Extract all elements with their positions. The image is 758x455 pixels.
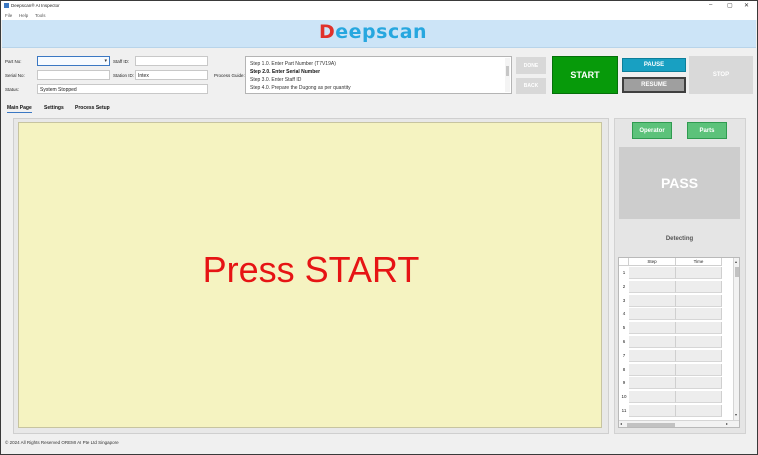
menu-file[interactable]: File bbox=[5, 13, 12, 18]
grid-cell-step[interactable] bbox=[629, 280, 676, 293]
serial-no-input[interactable] bbox=[37, 70, 110, 80]
minimize-icon[interactable]: – bbox=[709, 2, 712, 8]
part-no-dropdown[interactable]: ▾ bbox=[37, 56, 110, 66]
grid-row-number: 5 bbox=[622, 325, 626, 331]
grid-cell-time[interactable] bbox=[676, 336, 722, 348]
grid-cell-step[interactable] bbox=[629, 377, 676, 390]
grid-cell-step[interactable] bbox=[629, 363, 676, 376]
operator-button[interactable]: Operator bbox=[632, 122, 672, 139]
scroll-down-icon[interactable]: ▾ bbox=[735, 412, 737, 417]
copyright-footer: © 2024 All Rights Reserved OREMI AI Pte … bbox=[5, 440, 119, 445]
scroll-thumb[interactable] bbox=[735, 267, 739, 277]
grid-corner bbox=[619, 258, 629, 266]
grid-row-number: 9 bbox=[622, 380, 626, 386]
grid-cell-time[interactable] bbox=[676, 349, 722, 362]
grid-cell-time[interactable] bbox=[676, 267, 722, 279]
grid-cell-time[interactable] bbox=[676, 294, 722, 307]
scroll-thumb[interactable] bbox=[506, 66, 509, 76]
done-button[interactable]: DONE bbox=[516, 57, 546, 74]
grid-cell-time[interactable] bbox=[676, 308, 722, 321]
parts-button[interactable]: Parts bbox=[687, 122, 727, 139]
scroll-right-icon[interactable]: ▸ bbox=[726, 421, 728, 426]
grid-cell-step[interactable] bbox=[629, 322, 676, 335]
process-guide-label: Process Guide: bbox=[214, 73, 245, 78]
stop-button[interactable]: STOP bbox=[689, 56, 753, 94]
grid-row-number: 1 bbox=[622, 270, 626, 275]
grid-row-number: 4 bbox=[622, 311, 626, 317]
tab-process-setup[interactable]: Process Setup bbox=[75, 103, 110, 113]
process-guide-list[interactable]: Step 1.0. Enter Part Number (T7V19A) Ste… bbox=[245, 56, 512, 94]
guide-step-current: Step 2.0. Enter Serial Number bbox=[250, 69, 321, 75]
result-indicator: PASS bbox=[619, 147, 740, 219]
staff-id-input[interactable] bbox=[135, 56, 208, 66]
grid-cell-step[interactable] bbox=[629, 308, 676, 321]
grid-cell-step[interactable] bbox=[629, 391, 676, 404]
serial-no-label: Serial No: bbox=[5, 73, 25, 78]
chevron-down-icon[interactable]: ▾ bbox=[104, 58, 107, 64]
press-start-prompt: Press START bbox=[202, 249, 420, 290]
close-icon[interactable]: ✕ bbox=[744, 2, 749, 9]
grid-row-number: 6 bbox=[622, 339, 626, 344]
guide-step: Step 3.0. Enter Staff ID bbox=[250, 77, 302, 83]
grid-row-number: 10 bbox=[621, 394, 627, 400]
camera-view: Press START bbox=[18, 122, 602, 428]
start-button[interactable]: START bbox=[552, 56, 618, 94]
status-label: Status: bbox=[5, 87, 20, 92]
guide-step: Step 4.0. Prepare the Dugong as per quan… bbox=[250, 85, 351, 91]
back-button[interactable]: BACK bbox=[516, 78, 546, 94]
grid-cell-time[interactable] bbox=[676, 377, 722, 390]
grid-row-number: 2 bbox=[622, 283, 626, 289]
tab-settings[interactable]: Settings bbox=[44, 103, 64, 113]
detection-status: Detecting bbox=[665, 236, 694, 242]
grid-row-number: 8 bbox=[622, 366, 626, 372]
tab-main-page[interactable]: Main Page bbox=[7, 103, 32, 113]
grid-cell-step[interactable] bbox=[629, 336, 676, 348]
grid-horizontal-scrollbar[interactable]: ◂ ▸ bbox=[619, 420, 739, 427]
staff-id-label: Staff ID: bbox=[113, 59, 130, 64]
column-header-time[interactable]: Time bbox=[676, 258, 722, 266]
scroll-thumb[interactable] bbox=[627, 423, 675, 427]
pause-button[interactable]: PAUSE bbox=[622, 58, 686, 72]
part-no-label: Part No: bbox=[5, 59, 22, 64]
grid-cell-step[interactable] bbox=[629, 267, 676, 279]
guide-scrollbar[interactable] bbox=[505, 58, 510, 92]
grid-cell-step[interactable] bbox=[629, 405, 676, 417]
grid-row-number: 11 bbox=[621, 408, 627, 413]
grid-row-number: 7 bbox=[622, 352, 626, 358]
maximize-icon[interactable]: ▢ bbox=[727, 2, 733, 9]
grid-vertical-scrollbar[interactable]: ▴ ▾ bbox=[733, 258, 739, 420]
grid-cell-time[interactable] bbox=[676, 363, 722, 376]
window-title: Deepscan® AI Inspector bbox=[11, 3, 60, 8]
column-header-step[interactable]: Step bbox=[629, 258, 676, 266]
app-window: Deepscan® AI Inspector – ▢ ✕ File Help T… bbox=[0, 0, 758, 455]
grid-cell-time[interactable] bbox=[676, 391, 722, 404]
station-id-label: Station ID: bbox=[113, 73, 135, 78]
guide-step: Step 1.0. Enter Part Number (T7V19A) bbox=[250, 61, 336, 67]
menu-tools[interactable]: Tools bbox=[35, 13, 46, 18]
step-time-grid[interactable]: Step Time 1 2 3 4 5 6 7 8 9 10 11 ▴ ▾ ◂ ▸ bbox=[618, 257, 740, 428]
deepscan-logo: Deepscan bbox=[319, 21, 428, 43]
grid-row-number: 3 bbox=[622, 297, 626, 303]
title-bar: Deepscan® AI Inspector – ▢ ✕ bbox=[1, 1, 757, 11]
resume-button[interactable]: RESUME bbox=[622, 77, 686, 93]
menu-help[interactable]: Help bbox=[19, 13, 28, 18]
status-field: System Stopped bbox=[37, 84, 208, 94]
scroll-up-icon[interactable]: ▴ bbox=[735, 259, 737, 264]
grid-cell-step[interactable] bbox=[629, 294, 676, 307]
grid-cell-step[interactable] bbox=[629, 349, 676, 362]
app-icon bbox=[4, 3, 9, 8]
grid-cell-time[interactable] bbox=[676, 405, 722, 417]
station-id-field[interactable]: Intex bbox=[135, 70, 208, 80]
grid-cell-time[interactable] bbox=[676, 280, 722, 293]
grid-cell-time[interactable] bbox=[676, 322, 722, 335]
menu-bar: File Help Tools bbox=[1, 11, 757, 20]
scroll-left-icon[interactable]: ◂ bbox=[620, 421, 622, 426]
